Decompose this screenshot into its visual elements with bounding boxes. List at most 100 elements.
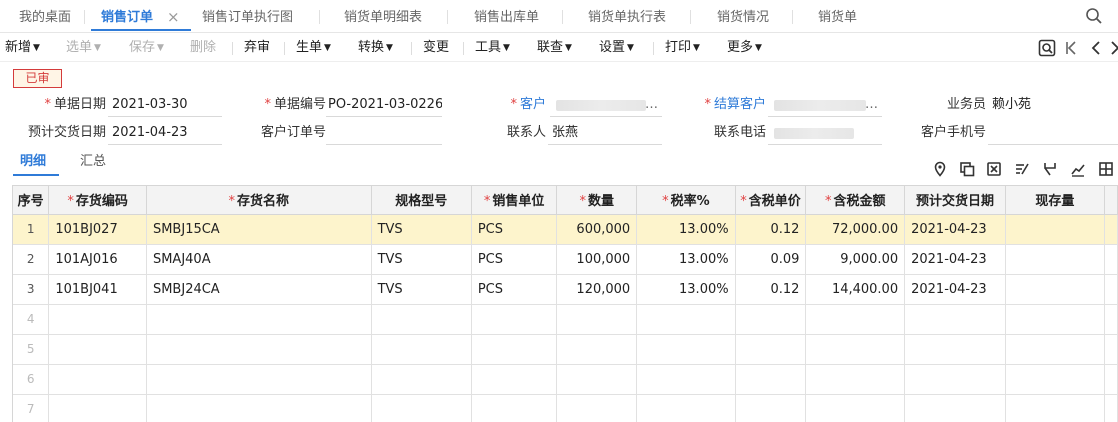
empty-cell[interactable] — [805, 394, 906, 422]
cell-stock[interactable] — [1005, 274, 1105, 305]
tab-sales-outbound[interactable]: 销售出库单 — [474, 0, 539, 33]
empty-cell[interactable] — [1005, 364, 1105, 395]
column-header[interactable]: 规格型号 — [371, 186, 472, 215]
column-header[interactable]: * 税率% — [636, 186, 736, 215]
empty-cell[interactable] — [556, 304, 638, 335]
empty-cell[interactable] — [471, 364, 558, 395]
more-button[interactable]: 更多 ▼ — [727, 34, 762, 62]
empty-cell[interactable] — [636, 394, 736, 422]
tab-detail[interactable]: 明细 — [20, 151, 46, 173]
empty-cell[interactable] — [48, 334, 147, 365]
tab-sales-order-exec-chart[interactable]: 销售订单执行图 — [202, 0, 293, 33]
empty-cell[interactable] — [735, 304, 807, 335]
tools-button[interactable]: 工具 ▼ — [475, 34, 510, 62]
empty-cell[interactable] — [636, 334, 736, 365]
cell-amount[interactable]: 9,000.00 — [805, 244, 906, 275]
delete-button[interactable]: 删除 — [190, 34, 216, 62]
cell-name[interactable]: SMBJ15CA — [146, 214, 372, 245]
tab-delivery-note[interactable]: 销货单 — [818, 0, 857, 33]
tab-my-desktop[interactable]: 我的桌面 — [19, 0, 71, 33]
cell-code[interactable]: 101AJ016 — [48, 244, 147, 275]
tab-summary[interactable]: 汇总 — [80, 151, 106, 173]
empty-cell[interactable] — [146, 394, 372, 422]
empty-cell[interactable] — [904, 394, 1006, 422]
empty-cell[interactable] — [805, 334, 906, 365]
empty-cell[interactable] — [371, 304, 472, 335]
empty-cell[interactable] — [904, 304, 1006, 335]
doc-no-field[interactable]: PO-2021-03-0226 — [326, 95, 442, 117]
cell-unit[interactable]: PCS — [471, 274, 558, 305]
column-settings-icon[interactable] — [1098, 161, 1114, 177]
empty-cell[interactable] — [636, 304, 736, 335]
column-header[interactable]: * 存货名称 — [146, 186, 372, 215]
save-button[interactable]: 保存 ▼ — [129, 34, 164, 62]
cell-qty[interactable]: 600,000 — [556, 214, 638, 245]
doc-date-field[interactable]: 2021-03-30 — [108, 95, 222, 117]
empty-cell[interactable] — [146, 304, 372, 335]
link-query-button[interactable]: 联查 ▼ — [537, 34, 572, 62]
column-header[interactable]: * 销售单位 — [471, 186, 558, 215]
batch-edit-icon[interactable] — [1014, 161, 1030, 177]
column-header[interactable]: * 含税金额 — [805, 186, 906, 215]
convert-button[interactable]: 转换 ▼ — [358, 34, 393, 62]
empty-table-row[interactable]: 7 — [13, 394, 1118, 422]
cell-date[interactable]: 2021-04-23 — [904, 274, 1006, 305]
table-row[interactable]: 1 101BJ027 SMBJ15CA TVS PCS 600,000 13.0… — [13, 214, 1118, 245]
cell-spec[interactable]: TVS — [371, 274, 472, 305]
abandon-audit-button[interactable]: 弃审 — [244, 34, 270, 62]
column-header[interactable]: 现存量 — [1005, 186, 1105, 215]
empty-cell[interactable] — [904, 364, 1006, 395]
empty-cell[interactable] — [636, 364, 736, 395]
delete-row-icon[interactable] — [986, 161, 1002, 177]
cell-price[interactable]: 0.12 — [735, 274, 807, 305]
new-button[interactable]: 新增 ▼ — [5, 34, 40, 62]
first-record-icon[interactable] — [1063, 39, 1081, 57]
empty-cell[interactable] — [471, 304, 558, 335]
cell-stock[interactable] — [1005, 214, 1105, 245]
cell-spec[interactable]: TVS — [371, 244, 472, 275]
column-header[interactable]: 序号 — [13, 186, 50, 215]
copy-row-icon[interactable] — [959, 161, 975, 177]
contact-phone-field[interactable] — [768, 123, 882, 145]
empty-cell[interactable] — [735, 394, 807, 422]
cell-tax[interactable]: 13.00% — [636, 244, 736, 275]
empty-cell[interactable] — [371, 364, 472, 395]
cell-date[interactable]: 2021-04-23 — [904, 214, 1006, 245]
empty-cell[interactable] — [556, 394, 638, 422]
split-row-icon[interactable] — [1042, 161, 1058, 177]
empty-cell[interactable] — [805, 364, 906, 395]
cell-amount[interactable]: 72,000.00 — [805, 214, 906, 245]
column-header[interactable]: 预计交货日期 — [904, 186, 1006, 215]
empty-cell[interactable] — [471, 394, 558, 422]
search-icon[interactable] — [1084, 6, 1104, 26]
generate-button[interactable]: 生单 ▼ — [296, 34, 331, 62]
cell-code[interactable]: 101BJ027 — [48, 214, 147, 245]
column-header[interactable]: * 存货编码 — [48, 186, 147, 215]
next-record-icon[interactable] — [1106, 39, 1118, 57]
empty-cell[interactable] — [556, 364, 638, 395]
empty-cell[interactable] — [1005, 394, 1105, 422]
tab-delivery-status[interactable]: 销货情况 — [717, 0, 769, 33]
empty-cell[interactable] — [371, 394, 472, 422]
cell-name[interactable]: SMAJ40A — [146, 244, 372, 275]
tab-delivery-exec[interactable]: 销货单执行表 — [588, 0, 666, 33]
chart-icon[interactable] — [1070, 161, 1086, 177]
cell-price[interactable]: 0.09 — [735, 244, 807, 275]
delivery-date-field[interactable]: 2021-04-23 — [108, 123, 222, 145]
customer-mobile-field[interactable] — [988, 123, 1118, 145]
location-pin-icon[interactable] — [932, 161, 948, 177]
empty-cell[interactable] — [805, 304, 906, 335]
salesman-field[interactable]: 赖小苑 — [988, 95, 1118, 117]
cell-tax[interactable]: 13.00% — [636, 274, 736, 305]
cell-qty[interactable]: 100,000 — [556, 244, 638, 275]
contact-field[interactable]: 张燕 — [548, 123, 662, 145]
cell-amount[interactable]: 14,400.00 — [805, 274, 906, 305]
locate-doc-icon[interactable] — [1038, 39, 1056, 57]
table-row[interactable]: 2 101AJ016 SMAJ40A TVS PCS 100,000 13.00… — [13, 244, 1118, 275]
print-button[interactable]: 打印 ▼ — [665, 34, 700, 62]
empty-cell[interactable] — [904, 334, 1006, 365]
cell-date[interactable]: 2021-04-23 — [904, 244, 1006, 275]
empty-cell[interactable] — [146, 364, 372, 395]
empty-cell[interactable] — [48, 394, 147, 422]
empty-table-row[interactable]: 4 — [13, 304, 1118, 335]
